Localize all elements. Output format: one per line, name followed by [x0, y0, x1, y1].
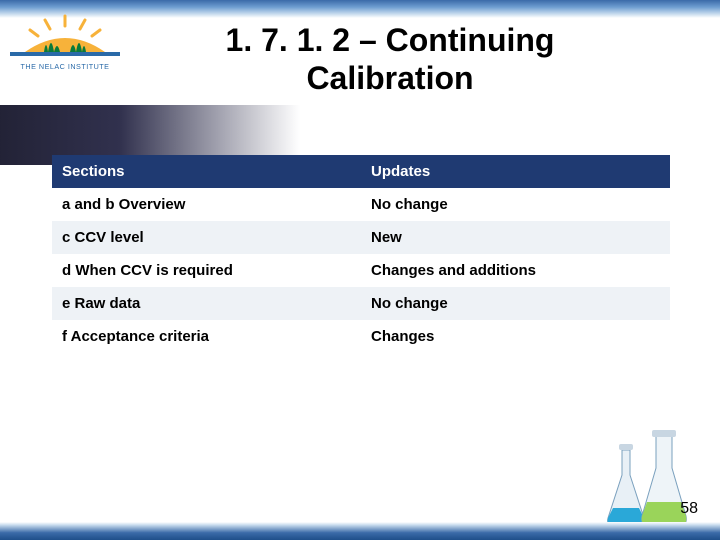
cell-section: c CCV level	[52, 221, 361, 254]
page-title: 1. 7. 1. 2 – Continuing Calibration	[140, 22, 640, 98]
title-line-2: Calibration	[306, 60, 473, 96]
page-number: 58	[680, 500, 698, 518]
footer-gradient-bar	[0, 522, 720, 540]
header-sections: Sections	[52, 155, 361, 188]
cell-update: Changes	[361, 320, 670, 353]
updates-table: Sections Updates a and b Overview No cha…	[52, 155, 670, 353]
table-row: f Acceptance criteria Changes	[52, 320, 670, 353]
cell-section: f Acceptance criteria	[52, 320, 361, 353]
table-header-row: Sections Updates	[52, 155, 670, 188]
title-line-1: 1. 7. 1. 2 – Continuing	[226, 22, 555, 58]
cell-update: No change	[361, 188, 670, 221]
flasks-decoration	[600, 430, 690, 530]
cell-update: New	[361, 221, 670, 254]
table-row: c CCV level New	[52, 221, 670, 254]
nelac-logo: THE NELAC INSTITUTE	[10, 14, 120, 84]
cell-section: e Raw data	[52, 287, 361, 320]
table-row: a and b Overview No change	[52, 188, 670, 221]
cell-section: d When CCV is required	[52, 254, 361, 287]
flasks-icon	[600, 430, 690, 530]
slide: THE NELAC INSTITUTE 1. 7. 1. 2 – Continu…	[0, 0, 720, 540]
sun-logo-icon: THE NELAC INSTITUTE	[10, 14, 120, 84]
table-row: e Raw data No change	[52, 287, 670, 320]
cell-update: Changes and additions	[361, 254, 670, 287]
header-updates: Updates	[361, 155, 670, 188]
table-row: d When CCV is required Changes and addit…	[52, 254, 670, 287]
cell-update: No change	[361, 287, 670, 320]
cell-section: a and b Overview	[52, 188, 361, 221]
logo-caption: THE NELAC INSTITUTE	[21, 62, 110, 71]
